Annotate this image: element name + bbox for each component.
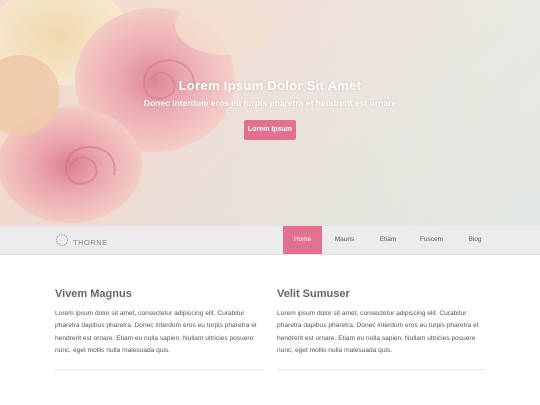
menu-item-blog[interactable]: Blog <box>454 226 496 254</box>
column-heading: Velit Sumuser <box>277 288 350 300</box>
divider <box>277 369 486 370</box>
column-text: Lorem ipsum dolor sit amet, consectetur … <box>55 310 257 354</box>
menu-item-fuscem[interactable]: Fuscem <box>409 226 454 254</box>
content-column-left: Vivem Magnus Lorem ipsum dolor sit amet,… <box>55 288 265 357</box>
circle-dots-icon <box>55 233 69 252</box>
column-heading: Vivem Magnus <box>55 288 132 300</box>
divider <box>55 369 264 370</box>
menu-item-etiam[interactable]: Etiam <box>367 226 409 254</box>
menu-item-home[interactable]: Home <box>283 226 322 254</box>
hero-title: Lorem Ipsum Dolor Sit Amet <box>178 78 362 93</box>
hero-cta-button[interactable]: Lorem Ipsum <box>244 120 296 140</box>
hero-subtitle: Donec interdum eros eu turpis pharetra e… <box>143 98 397 108</box>
site-logo[interactable]: THORNE <box>55 233 108 252</box>
brand-name: THORNE <box>73 238 108 247</box>
roses-background-image <box>0 0 540 226</box>
column-text: Lorem ipsum dolor sit amet, consectetur … <box>277 310 479 354</box>
main-menu: Home Mauris Etiam Fuscem Blog <box>283 226 496 254</box>
menu-item-mauris[interactable]: Mauris <box>322 226 367 254</box>
hero-banner: Lorem Ipsum Dolor Sit Amet Donec interdu… <box>0 0 540 226</box>
content-column-right: Velit Sumuser Lorem ipsum dolor sit amet… <box>277 288 487 357</box>
